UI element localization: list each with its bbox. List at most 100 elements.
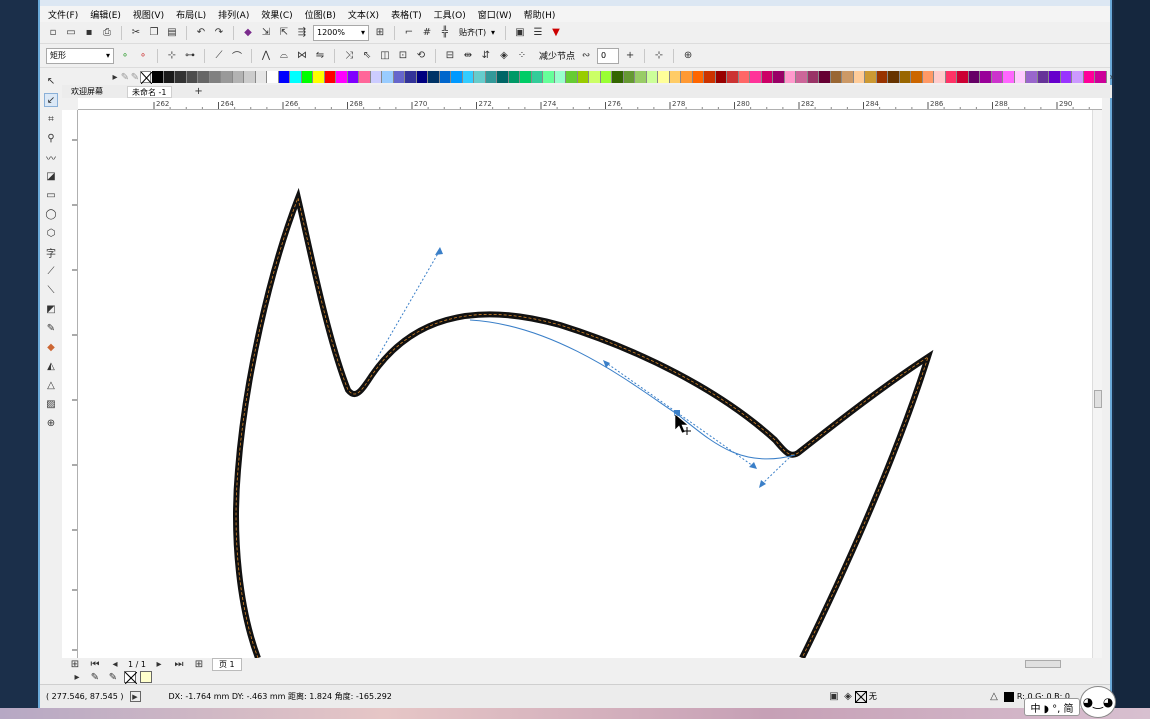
color-swatch[interactable] (1083, 71, 1095, 83)
polygon-tool-icon[interactable]: ⬡ (44, 226, 58, 240)
menu-table[interactable]: 表格(T) (391, 8, 422, 21)
pick-tool-icon[interactable]: ↖ (44, 74, 58, 88)
print-icon[interactable]: ⎙ (100, 26, 114, 40)
color-swatch[interactable] (922, 71, 934, 83)
color-swatch[interactable] (888, 71, 900, 83)
convert-to-curve-icon[interactable]: ⌒ (230, 49, 244, 63)
color-swatch[interactable] (819, 71, 831, 83)
color-swatch[interactable] (658, 71, 670, 83)
menu-view[interactable]: 视图(V) (133, 8, 164, 21)
add-node-icon[interactable]: ∘ (118, 49, 132, 63)
welcome-screen-icon[interactable]: ▣ (513, 26, 527, 40)
smart-fill-tool-icon[interactable]: ◭ (44, 359, 58, 373)
color-swatch[interactable] (508, 71, 520, 83)
search-content-icon[interactable]: ◆ (241, 26, 255, 40)
zoom-level-select[interactable]: 1200% ▾ (313, 24, 369, 41)
color-swatch[interactable] (1026, 71, 1038, 83)
color-swatch[interactable] (313, 71, 325, 83)
color-swatch[interactable] (853, 71, 865, 83)
color-swatch[interactable] (359, 71, 371, 83)
object-info-icon[interactable]: ▣ (827, 690, 841, 704)
add-page-after-icon[interactable]: ⊞ (192, 657, 206, 671)
color-swatch[interactable] (1060, 71, 1072, 83)
select-all-nodes-icon[interactable]: ⁘ (515, 49, 529, 63)
outline-pen-status-icon[interactable]: △ (987, 690, 1001, 704)
document-swatch[interactable] (140, 671, 152, 683)
reverse-direction-icon[interactable]: ⇋ (313, 49, 327, 63)
color-swatch[interactable] (416, 71, 428, 83)
color-swatch[interactable] (911, 71, 923, 83)
mirror-vertical-icon[interactable]: ⇵ (479, 49, 493, 63)
control-handle-arrow[interactable] (435, 247, 443, 255)
color-swatch[interactable] (152, 71, 164, 83)
color-swatch[interactable] (382, 71, 394, 83)
color-swatch[interactable] (830, 71, 842, 83)
align-nodes-icon[interactable]: ⊟ (443, 49, 457, 63)
horizontal-scroll-thumb[interactable] (1025, 660, 1061, 668)
last-page-icon[interactable]: ⏭ (172, 657, 186, 671)
color-swatch[interactable] (704, 71, 716, 83)
color-swatch[interactable] (899, 71, 911, 83)
boundary-box-icon[interactable]: ⊹ (652, 49, 666, 63)
tab-untitled-1[interactable]: 未命名 -1 (127, 85, 172, 98)
menu-tools[interactable]: 工具(O) (434, 8, 466, 21)
color-swatch[interactable] (750, 71, 762, 83)
color-swatch[interactable] (554, 71, 566, 83)
color-swatch[interactable] (163, 71, 175, 83)
page-tab-1[interactable]: 页 1 (211, 657, 242, 671)
parallel-dimension-icon[interactable]: ⟋ (44, 264, 58, 278)
crop-tool-icon[interactable]: ⌗ (44, 112, 58, 126)
export-icon[interactable]: ⇱ (277, 26, 291, 40)
color-swatch[interactable] (669, 71, 681, 83)
publish-icon[interactable]: ⇶ (295, 26, 309, 40)
color-swatch[interactable] (278, 71, 290, 83)
color-swatch[interactable] (531, 71, 543, 83)
color-swatch[interactable] (715, 71, 727, 83)
snap-to-select[interactable]: 贴齐(T) ▾ (456, 25, 498, 41)
cusp-node-icon[interactable]: ⋀ (259, 49, 273, 63)
zoom-tool-icon[interactable]: ⚲ (44, 131, 58, 145)
color-swatch[interactable] (842, 71, 854, 83)
color-swatch[interactable] (244, 71, 256, 83)
application-launcher-icon[interactable]: ▼ (549, 26, 563, 40)
options-icon[interactable]: ☰ (531, 26, 545, 40)
menu-bitmaps[interactable]: 位图(B) (305, 8, 336, 21)
color-swatch[interactable] (761, 71, 773, 83)
tab-welcome-screen[interactable]: 欢迎屏幕 (67, 86, 107, 97)
eyedropper-icon[interactable]: ✎ (44, 321, 58, 335)
color-swatch[interactable] (1072, 71, 1084, 83)
copy-icon[interactable]: ❐ (147, 26, 161, 40)
vertical-scrollbar[interactable] (1092, 110, 1102, 658)
color-swatch[interactable] (807, 71, 819, 83)
color-swatch[interactable] (577, 71, 589, 83)
color-swatch[interactable] (784, 71, 796, 83)
color-swatch[interactable] (209, 71, 221, 83)
color-swatch[interactable] (980, 71, 992, 83)
menu-effects[interactable]: 效果(C) (261, 8, 292, 21)
menu-text[interactable]: 文本(X) (348, 8, 379, 21)
fill-bucket-icon[interactable]: ◈ (841, 690, 855, 704)
add-page-before-icon[interactable]: ⊞ (68, 657, 82, 671)
text-tool-icon[interactable]: 字 (44, 245, 58, 260)
curve-smoothness-input[interactable]: 0 (597, 47, 620, 64)
color-swatch[interactable] (991, 71, 1003, 83)
color-swatch[interactable] (221, 71, 233, 83)
color-swatch[interactable] (451, 71, 463, 83)
reduce-nodes-button[interactable]: 减少节点 (539, 49, 575, 62)
selection-mode-select[interactable]: 矩形 ▾ (46, 47, 114, 64)
color-swatch[interactable] (255, 71, 267, 83)
play-icon[interactable]: ▶ (129, 691, 141, 702)
delete-node-icon[interactable]: ∘ (136, 49, 150, 63)
mirror-horizontal-icon[interactable]: ⇹ (461, 49, 475, 63)
color-swatch[interactable] (462, 71, 474, 83)
color-swatch[interactable] (290, 71, 302, 83)
color-swatch[interactable] (1014, 71, 1026, 83)
color-swatch[interactable] (1037, 71, 1049, 83)
full-screen-icon[interactable]: ⊞ (373, 26, 387, 40)
menu-layout[interactable]: 布局(L) (176, 8, 206, 21)
color-swatch[interactable] (1049, 71, 1061, 83)
freehand-tool-icon[interactable]: 〰 (44, 150, 58, 165)
guidelines-icon[interactable]: ╬ (438, 26, 452, 40)
color-swatch[interactable] (692, 71, 704, 83)
color-swatch[interactable] (612, 71, 624, 83)
